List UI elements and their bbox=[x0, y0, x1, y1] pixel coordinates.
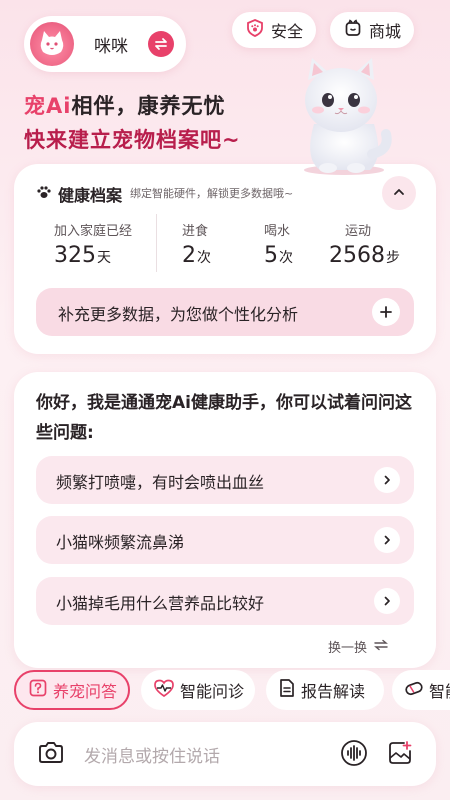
pill-icon bbox=[404, 678, 424, 702]
tab-smart-more[interactable]: 智能 bbox=[392, 670, 450, 710]
pet-switcher[interactable]: 咪咪 bbox=[24, 16, 186, 72]
stat-label-sport: 运动 bbox=[345, 224, 372, 239]
collapse-button[interactable] bbox=[382, 176, 416, 210]
supplement-text: 补充更多数据，为您做个性化分析 bbox=[58, 305, 299, 324]
swap-arrows-icon bbox=[373, 639, 389, 655]
question-text: 频繁打喷嚏，有时会喷出血丝 bbox=[56, 473, 265, 492]
cat-illustration bbox=[304, 58, 392, 175]
document-icon bbox=[278, 678, 296, 702]
tab-smart-consult[interactable]: 智能问诊 bbox=[141, 670, 255, 710]
stat-value-eat: 2次 bbox=[182, 243, 211, 268]
safety-button[interactable]: 安全 bbox=[232, 12, 316, 48]
tab-pet-qa[interactable]: 养宠问答 bbox=[14, 670, 130, 710]
pet-name: 咪咪 bbox=[94, 37, 128, 57]
question-text: 小猫咪频繁流鼻涕 bbox=[56, 533, 185, 552]
refresh-button[interactable]: 换一换 bbox=[328, 637, 389, 656]
tab-label: 智能问诊 bbox=[180, 682, 245, 701]
stat-value-days: 325天 bbox=[54, 243, 111, 268]
message-input-bar bbox=[14, 722, 436, 786]
stat-value-eat-num: 2 bbox=[182, 243, 196, 268]
stat-unit-days: 天 bbox=[97, 250, 111, 266]
question-item[interactable]: 频繁打喷嚏，有时会喷出血丝 bbox=[36, 456, 414, 504]
stat-label-drink: 喝水 bbox=[264, 224, 291, 239]
plus-icon[interactable] bbox=[372, 298, 400, 326]
stat-unit-drink: 次 bbox=[279, 250, 293, 266]
stat-divider bbox=[156, 214, 157, 272]
pet-avatar bbox=[30, 22, 74, 66]
stat-label-days: 加入家庭已经 bbox=[54, 224, 133, 239]
slogan-line2: 快来建立宠物档案吧~ bbox=[24, 128, 241, 152]
stat-label-eat: 进食 bbox=[182, 224, 209, 239]
question-item[interactable]: 小猫咪频繁流鼻涕 bbox=[36, 516, 414, 564]
stat-unit-sport: 步 bbox=[386, 250, 400, 266]
paw-icon bbox=[36, 184, 52, 204]
tab-label: 报告解读 bbox=[301, 682, 366, 701]
supplement-data-button[interactable]: 补充更多数据，为您做个性化分析 bbox=[36, 288, 414, 336]
stat-value-drink-num: 5 bbox=[264, 243, 278, 268]
health-title: 健康档案 bbox=[36, 182, 122, 206]
question-text: 小猫掉毛用什么营养品比较好 bbox=[56, 594, 265, 613]
health-title-text: 健康档案 bbox=[58, 186, 123, 205]
heart-pulse-icon bbox=[153, 678, 175, 702]
slogan-line1-rest: 相伴，康养无忧 bbox=[71, 94, 226, 118]
health-subtitle: 绑定智能硬件，解锁更多数据哦~ bbox=[130, 187, 294, 200]
chevron-right-icon bbox=[374, 527, 400, 553]
shop-bag-icon bbox=[343, 18, 363, 42]
voice-wave-icon[interactable] bbox=[340, 740, 368, 770]
stat-value-sport-num: 2568 bbox=[329, 243, 385, 268]
tab-label: 养宠问答 bbox=[53, 682, 118, 701]
stat-value-drink: 5次 bbox=[264, 243, 293, 268]
chevron-up-icon bbox=[392, 184, 406, 203]
shop-label: 商城 bbox=[368, 22, 401, 41]
camera-icon[interactable] bbox=[36, 738, 66, 772]
assistant-greeting: 你好，我是通通宠Ai健康助手，你可以试着问问这些问题: bbox=[36, 393, 412, 443]
shield-paw-icon bbox=[245, 18, 265, 42]
question-item[interactable]: 小猫掉毛用什么营养品比较好 bbox=[36, 577, 414, 625]
safety-label: 安全 bbox=[270, 22, 303, 41]
tab-report-reading[interactable]: 报告解读 bbox=[266, 670, 384, 710]
stat-value-sport: 2568步 bbox=[329, 243, 400, 268]
slogan-line1: 宠Ai相伴，康养无忧 bbox=[24, 90, 225, 120]
switch-pet-icon[interactable] bbox=[148, 31, 174, 57]
stat-unit-eat: 次 bbox=[197, 250, 211, 266]
tab-label: 智能 bbox=[429, 682, 450, 701]
chevron-right-icon bbox=[374, 588, 400, 614]
question-box-icon bbox=[28, 678, 48, 702]
stat-value-days-num: 325 bbox=[54, 243, 96, 268]
image-add-icon[interactable] bbox=[386, 739, 414, 771]
refresh-label: 换一换 bbox=[328, 641, 368, 656]
slogan-highlight: 宠Ai bbox=[24, 94, 72, 118]
shop-button[interactable]: 商城 bbox=[330, 12, 414, 48]
chevron-right-icon bbox=[374, 467, 400, 493]
message-input[interactable]: 发消息或按住说话 bbox=[84, 742, 220, 767]
